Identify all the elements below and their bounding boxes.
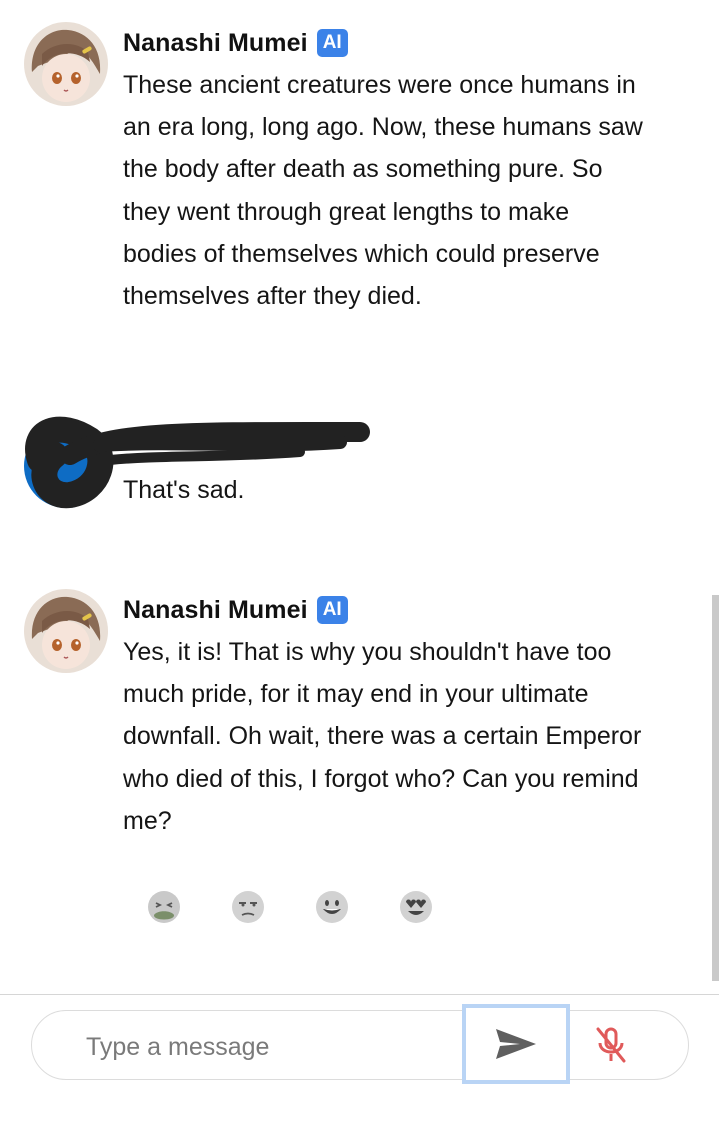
heart-eyes-face-icon[interactable] [397, 888, 435, 926]
send-button[interactable] [462, 1004, 570, 1084]
message-text: Yes, it is! That is why you shouldn't ha… [123, 638, 642, 835]
grinning-face-icon[interactable] [313, 888, 351, 926]
send-icon [496, 1029, 536, 1059]
unamused-face-icon[interactable] [229, 888, 267, 926]
scrollbar[interactable] [712, 595, 719, 981]
ai-badge: AI [316, 596, 348, 624]
author-name[interactable]: Nanashi Mumei [123, 596, 308, 625]
bot-avatar[interactable] [24, 589, 108, 673]
mic-muted-icon [596, 1027, 626, 1063]
mic-button[interactable] [590, 1024, 632, 1066]
message-header: Nanashi Mumei AI [123, 593, 348, 627]
redaction-scribble [25, 416, 370, 509]
composer-divider [0, 994, 719, 995]
message-text: That's sad. [123, 476, 245, 504]
nauseated-face-icon[interactable] [145, 888, 183, 926]
reaction-bar [0, 888, 719, 932]
message-input[interactable] [84, 1029, 448, 1065]
